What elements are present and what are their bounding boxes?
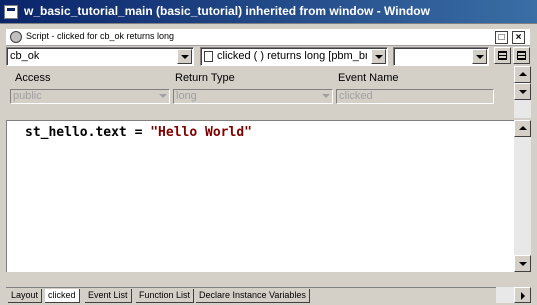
window-title-bar[interactable]: w_basic_tutorial_main (basic_tutorial) i… <box>0 0 537 24</box>
scroll-down-icon[interactable] <box>514 83 531 100</box>
return-type-value: long <box>176 90 197 102</box>
scroll-right-icon[interactable] <box>514 287 531 303</box>
editor-bottom-edge <box>6 272 531 287</box>
event-select-value: clicked ( ) returns long [pbm_bn <box>217 50 367 62</box>
object-select[interactable]: cb_ok <box>6 47 194 66</box>
editor-vertical-scrollbar[interactable] <box>514 120 531 272</box>
document-icon <box>204 51 213 62</box>
script-icon <box>10 31 22 43</box>
return-type-field[interactable]: long <box>173 89 333 104</box>
access-header: Access <box>15 72 51 84</box>
scroll-down-icon[interactable] <box>514 255 531 272</box>
object-select-value: cb_ok <box>10 50 40 62</box>
prototype-button[interactable] <box>513 47 530 64</box>
horizontal-scrollbar[interactable] <box>496 287 531 303</box>
event-select[interactable]: clicked ( ) returns long [pbm_bn <box>200 47 388 66</box>
tab-declare-instance-variables[interactable]: Declare Instance Variables <box>196 289 310 303</box>
tab-strip: Layout clicked Event List Function List … <box>6 287 496 303</box>
access-value: public <box>13 90 42 102</box>
code-line: st_hello.text = "Hello World" <box>25 125 252 140</box>
chevron-down-icon[interactable] <box>371 49 386 64</box>
script-pane-title-bar[interactable]: Script - clicked for cb_ok returns long … <box>6 29 530 46</box>
event-name-header: Event Name <box>338 72 399 84</box>
properties-button[interactable] <box>494 47 511 64</box>
maximize-icon[interactable]: □ <box>495 31 508 44</box>
code-string-literal: "Hello World" <box>150 125 252 140</box>
window-icon <box>4 5 18 19</box>
chevron-down-icon[interactable] <box>472 49 487 64</box>
scroll-up-icon[interactable] <box>514 120 531 137</box>
script-editor[interactable]: st_hello.text = "Hello World" <box>6 120 514 272</box>
chevron-down-icon <box>159 94 167 98</box>
tab-function-list[interactable]: Function List <box>136 289 195 303</box>
tab-event-list[interactable]: Event List <box>85 289 132 303</box>
return-type-header: Return Type <box>175 72 235 84</box>
scroll-up-icon[interactable] <box>514 66 531 83</box>
script-pane-title: Script - clicked for cb_ok returns long <box>26 31 175 41</box>
tab-layout[interactable]: Layout <box>8 289 43 303</box>
tab-clicked[interactable]: clicked <box>45 289 80 303</box>
prototype-scrollbar[interactable] <box>514 66 531 118</box>
list-icon <box>498 51 507 60</box>
chevron-down-icon[interactable] <box>177 49 192 64</box>
chevron-down-icon <box>322 94 330 98</box>
grid-icon <box>517 51 526 60</box>
window-title: w_basic_tutorial_main (basic_tutorial) i… <box>24 4 430 18</box>
event-name-field[interactable]: clicked <box>336 89 494 104</box>
access-field[interactable]: public <box>10 89 170 104</box>
event-name-value: clicked <box>339 90 373 102</box>
code-statement: st_hello.text = <box>25 125 151 140</box>
ancestor-select[interactable] <box>393 47 489 66</box>
close-icon[interactable]: × <box>512 31 525 44</box>
